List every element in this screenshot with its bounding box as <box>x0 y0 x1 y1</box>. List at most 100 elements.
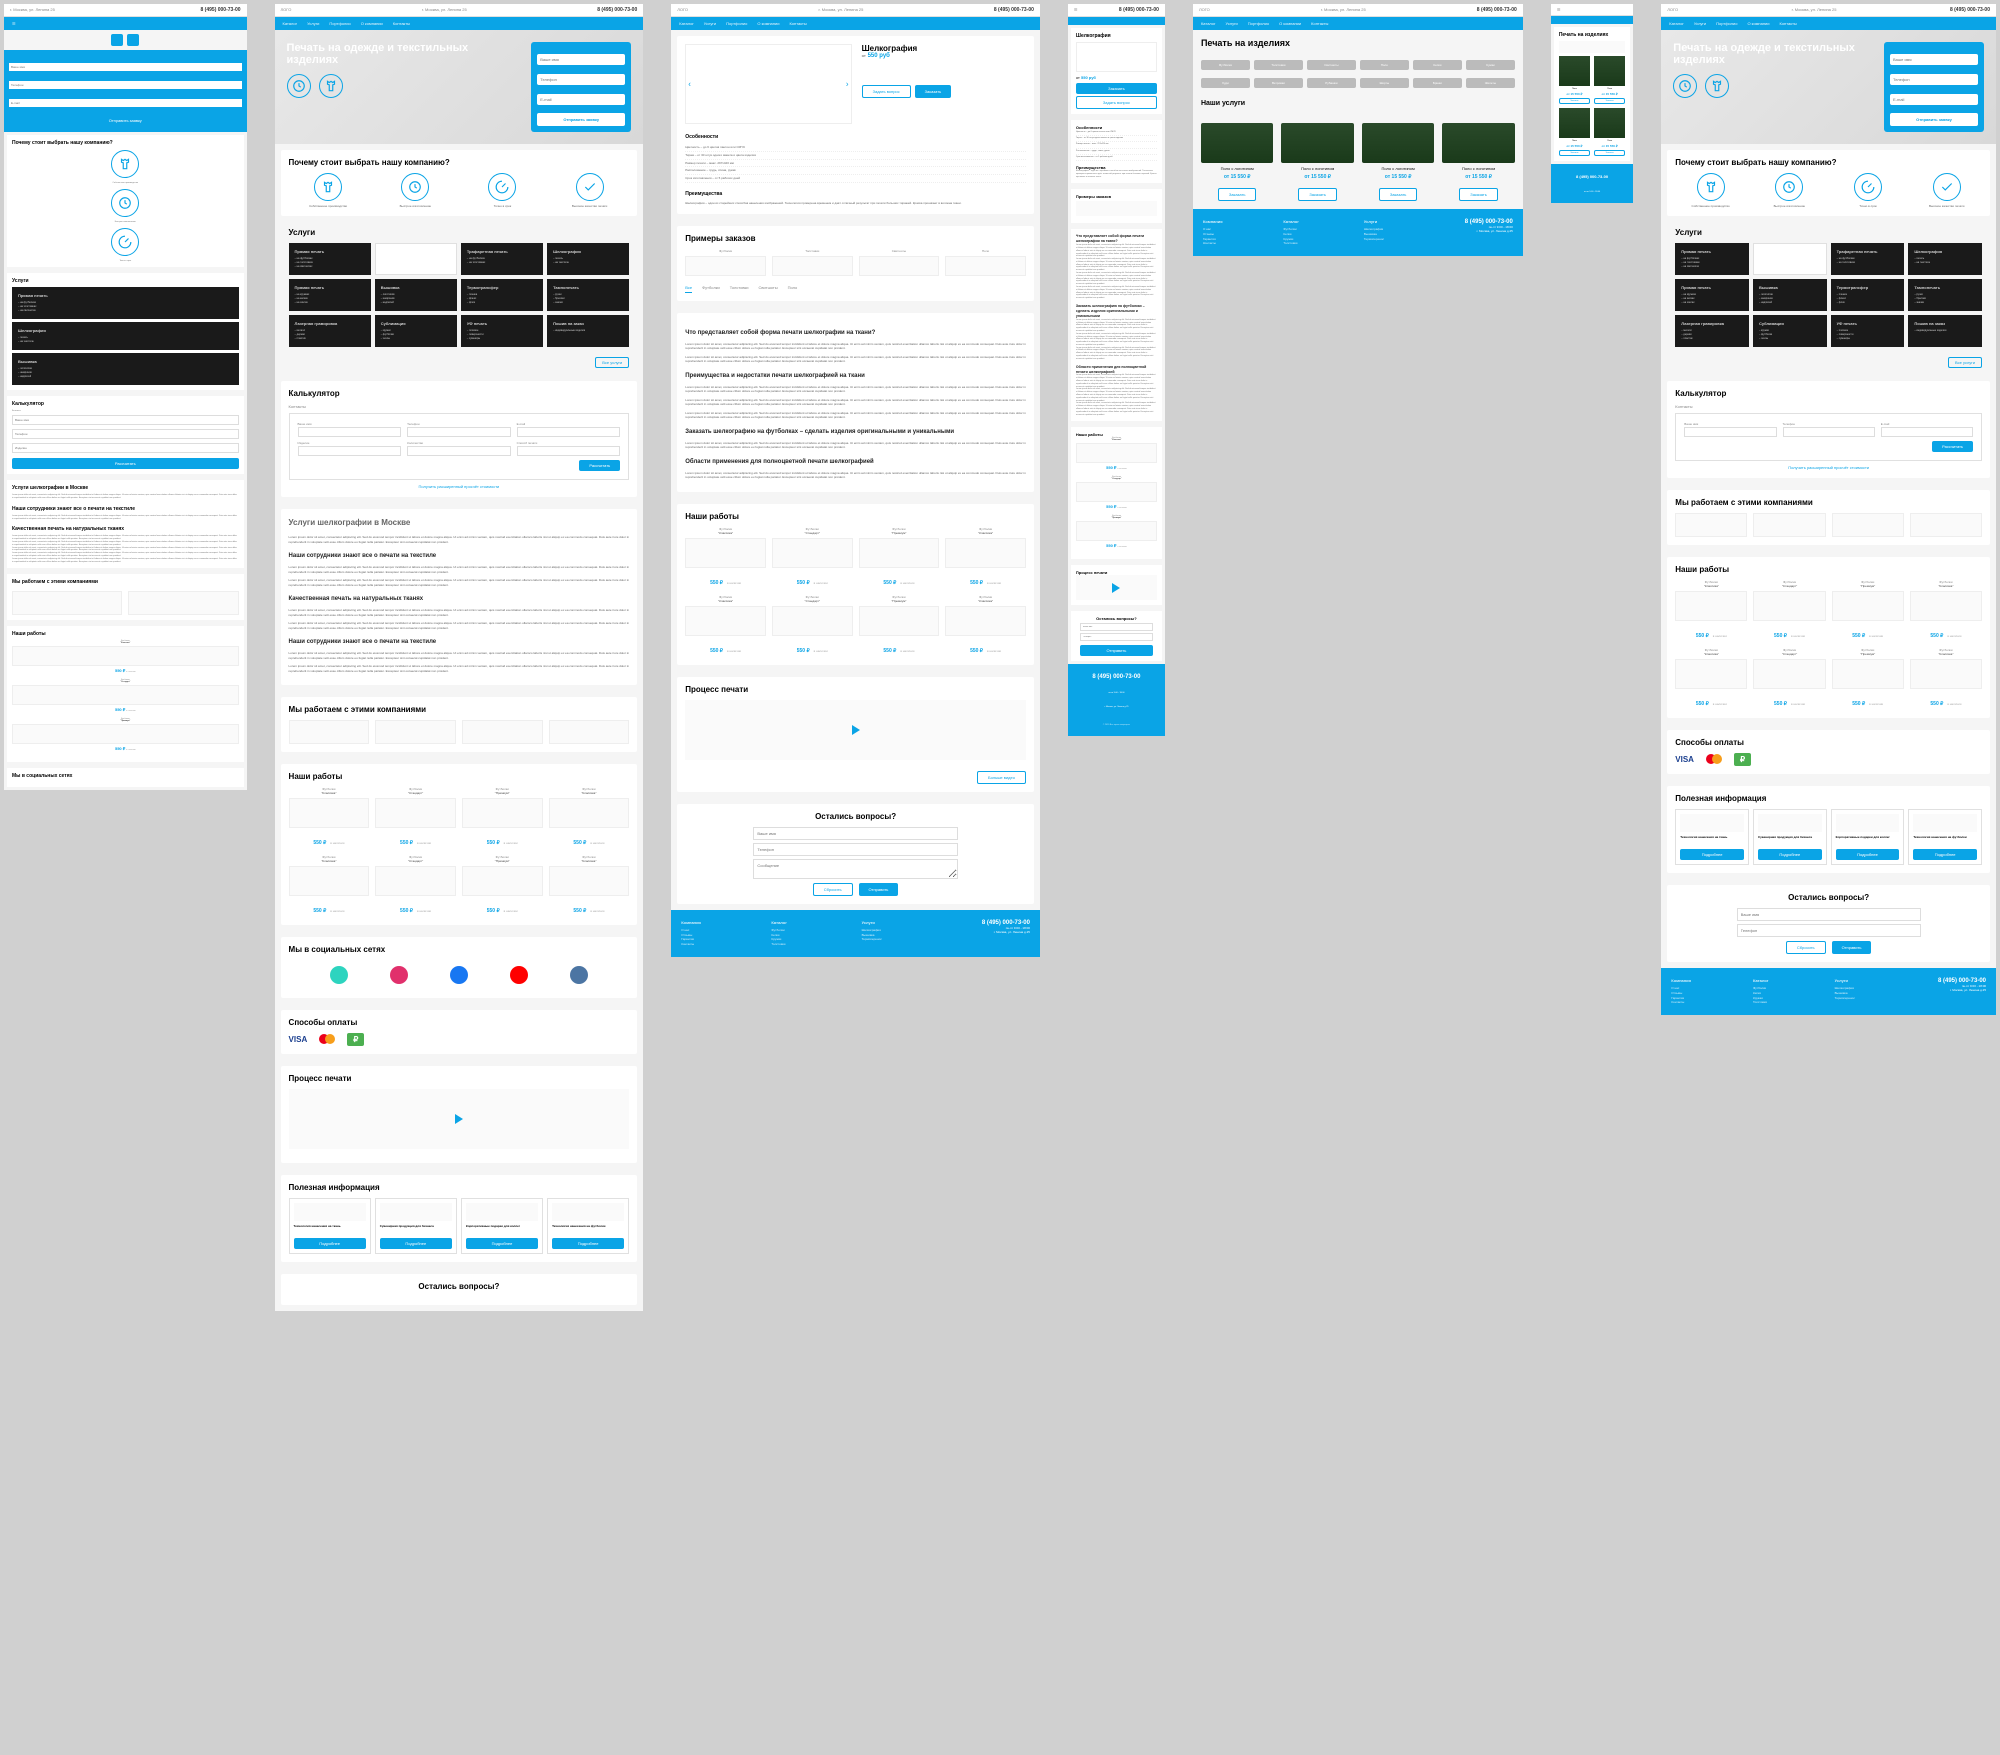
phone[interactable]: 8 (495) 000-73-00 <box>1477 7 1517 13</box>
nav-item[interactable]: О компании <box>1279 21 1301 26</box>
work-item[interactable]: Футболки"Классика"550 ₽в наличии <box>685 595 766 657</box>
service-card[interactable]: Тампопечать– ручки– брелоки– значки <box>547 279 629 311</box>
service-card[interactable]: Сублимация– кружки– футболки– чехлы <box>1753 315 1827 347</box>
nav-item[interactable]: Каталог <box>679 21 694 26</box>
example-item[interactable]: Футболки <box>685 249 766 279</box>
email-input[interactable] <box>537 94 625 105</box>
info-button[interactable]: Подробнее <box>1836 849 1900 860</box>
service-card[interactable]: Шелкография– печать– на текстиле <box>1908 243 1982 275</box>
filter-button[interactable]: Худи <box>1201 78 1250 88</box>
reset-button[interactable]: Сбросить <box>1786 941 1826 954</box>
calc-email[interactable] <box>1881 427 1973 437</box>
service-card[interactable]: Сублимация– кружки– футболки– чехлы <box>375 315 457 347</box>
work-item[interactable]: Футболки"Премиум"550 ₽в наличии <box>462 855 543 917</box>
order-button[interactable]: Заказать <box>1459 188 1498 201</box>
name-input[interactable] <box>537 54 625 65</box>
icon-box[interactable] <box>127 34 139 46</box>
social-icon[interactable] <box>390 966 408 984</box>
footer-link[interactable]: Контакты <box>1203 241 1271 246</box>
social-icon[interactable] <box>450 966 468 984</box>
work-item[interactable]: Футболки"Премиум"550 ₽в наличии <box>1832 580 1904 642</box>
work-item[interactable]: Футболки"Классика"550 ₽в наличии <box>945 595 1026 657</box>
service-card[interactable] <box>375 243 457 275</box>
order-button[interactable]: Заказать <box>1594 150 1625 156</box>
service-card[interactable]: Прямая печать– на кружках– на кепках– на… <box>1675 279 1749 311</box>
footer-link[interactable]: Термоперенос <box>862 937 940 942</box>
q-phone[interactable] <box>1080 633 1153 641</box>
work-item[interactable]: Футболки"Классика"550 ₽в наличии <box>289 855 370 917</box>
order-button[interactable]: Заказать <box>1379 188 1418 201</box>
work-item[interactable]: Футболки"Премиум"550 ₽ в наличии <box>1076 515 1157 548</box>
service-card[interactable]: Термотрансфер– пленка– флекс– флок <box>1831 279 1905 311</box>
work-item[interactable]: Футболки"Классика"550 ₽ в наличии <box>1076 437 1157 470</box>
nav-item[interactable]: Услуги <box>1694 21 1706 26</box>
footer-link[interactable]: Контакты <box>1671 1000 1741 1005</box>
work-item[interactable]: Футболки"Премиум"550 ₽в наличии <box>859 595 940 657</box>
nav-item[interactable]: Каталог <box>283 21 298 26</box>
example-item[interactable]: Поло <box>945 249 1026 279</box>
submit-button[interactable]: Отправить заявку <box>1890 113 1978 126</box>
icon-box[interactable] <box>111 34 123 46</box>
tab[interactable]: Футболки <box>702 285 720 293</box>
nav-item[interactable]: О компании <box>757 21 779 26</box>
gallery-prev[interactable]: ‹ <box>688 80 691 89</box>
footer-link[interactable]: Толстовки <box>1753 1000 1823 1005</box>
nav-item[interactable]: Портфолио <box>1248 21 1269 26</box>
more-link[interactable]: Все услуги <box>595 357 629 368</box>
catalog-item[interactable]: Полоот 15 550 ₽Заказать <box>1594 108 1625 156</box>
calc-submit[interactable]: Рассчитать <box>1932 441 1973 452</box>
filter-button[interactable]: Толстовки <box>1254 60 1303 70</box>
work-item[interactable]: Футболки"Премиум"550 ₽в наличии <box>1832 648 1904 710</box>
footer-link[interactable]: Контакты <box>681 942 759 947</box>
work-item[interactable]: Футболки"Классика"550 ₽ в наличии <box>12 640 239 673</box>
service-card[interactable] <box>1753 243 1827 275</box>
email-input[interactable] <box>9 99 242 107</box>
service-card[interactable]: Лазерная гравировка– металл– дерево– пла… <box>1675 315 1749 347</box>
submit-button[interactable]: Отправить <box>1832 941 1872 954</box>
tab[interactable]: Все <box>685 285 692 293</box>
calc-name[interactable] <box>12 415 239 425</box>
filter-button[interactable]: Кепки <box>1413 60 1462 70</box>
catalog-image[interactable] <box>1442 123 1514 163</box>
work-item[interactable]: Футболки"Классика"550 ₽в наличии <box>549 787 630 849</box>
q-phone[interactable] <box>1737 924 1921 937</box>
ask-button[interactable]: Задать вопрос <box>862 85 911 98</box>
reset-button[interactable]: Сбросить <box>813 883 853 896</box>
calc-submit[interactable]: Рассчитать <box>12 458 239 469</box>
play-icon[interactable] <box>455 1114 463 1124</box>
info-button[interactable]: Подробнее <box>466 1238 538 1249</box>
phone[interactable]: 8 (495) 000-73-00 <box>1119 7 1159 13</box>
work-item[interactable]: Футболки"Классика"550 ₽в наличии <box>1910 648 1982 710</box>
service-card[interactable]: Термотрансфер– пленка– флекс– флок <box>461 279 543 311</box>
work-item[interactable]: Футболки"Классика"550 ₽в наличии <box>1675 648 1747 710</box>
service-card[interactable]: Пошив на заказ– индивидуальные изделия <box>547 315 629 347</box>
submit[interactable]: Отправить <box>1080 645 1153 656</box>
tab[interactable]: Свитшоты <box>759 285 778 293</box>
play-icon[interactable] <box>1112 583 1120 593</box>
order-button[interactable]: Заказать <box>1218 188 1257 201</box>
calc-method[interactable] <box>517 446 621 456</box>
ask-button[interactable]: Задать вопрос <box>1076 96 1157 109</box>
work-item[interactable]: Футболки"Стандарт"550 ₽в наличии <box>375 787 456 849</box>
q-name[interactable] <box>1737 908 1921 921</box>
service-card[interactable]: Вышивка– логотипов– шевронов– надписей <box>12 353 239 385</box>
work-item[interactable]: Футболки"Стандарт"550 ₽ в наличии <box>12 679 239 712</box>
email-input[interactable] <box>1890 94 1978 105</box>
order-button[interactable]: Заказать <box>1559 98 1590 104</box>
calc-product[interactable] <box>298 446 402 456</box>
phone-input[interactable] <box>537 74 625 85</box>
nav-item[interactable]: Портфолио <box>726 21 747 26</box>
footer-link[interactable]: Термоперенос <box>1835 996 1905 1001</box>
catalog-image[interactable] <box>1362 123 1434 163</box>
service-card[interactable]: Шелкография– печать– на текстиле <box>547 243 629 275</box>
nav-item[interactable]: Контакты <box>393 21 410 26</box>
info-button[interactable]: Подробнее <box>294 1238 366 1249</box>
work-item[interactable]: Футболки"Стандарт"550 ₽в наличии <box>1753 648 1825 710</box>
calc-qty[interactable] <box>407 446 511 456</box>
work-item[interactable]: Футболки"Стандарт"550 ₽в наличии <box>1753 580 1825 642</box>
calc-email[interactable] <box>517 427 621 437</box>
logo[interactable]: ЛОГО <box>1667 7 1678 13</box>
service-card[interactable]: УФ печать– плоские– поверхности– сувенир… <box>1831 315 1905 347</box>
social-icon[interactable] <box>570 966 588 984</box>
submit-button[interactable]: Отправить заявку <box>9 115 242 126</box>
